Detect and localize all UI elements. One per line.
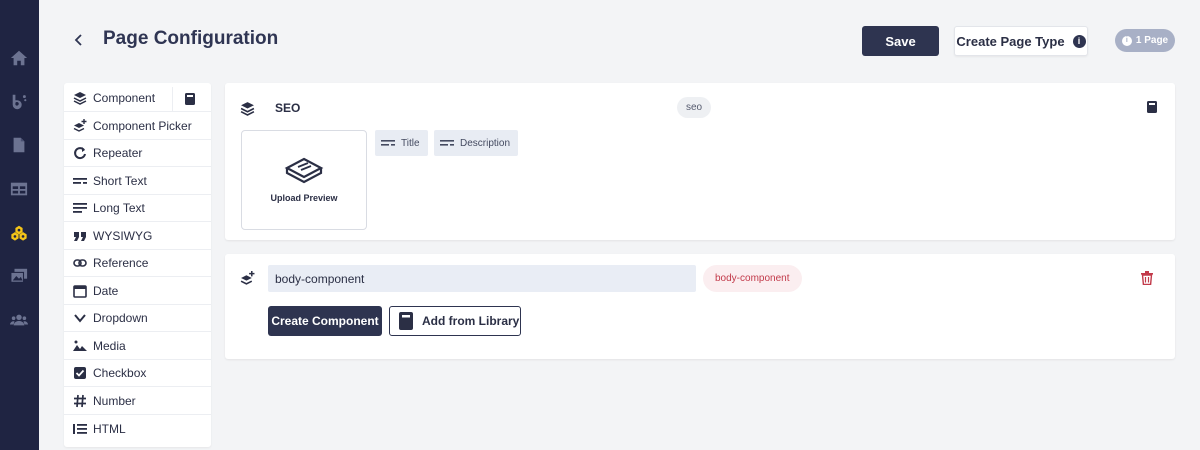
field-chip-title[interactable]: Title [375,130,428,156]
upload-preview-dropzone[interactable]: Upload Preview [241,130,367,230]
long-text-icon [72,201,88,215]
page-title: Page Configuration [103,28,279,49]
field-type-label: Component Picker [93,119,192,133]
save-button[interactable]: Save [862,26,939,56]
field-type-label: Number [93,394,136,408]
info-icon: i [1072,34,1086,48]
field-type-label: Date [93,284,119,298]
left-nav-rail [0,0,39,450]
hash-icon [72,394,88,408]
pages-count-badge: i 1 Page [1115,29,1175,52]
field-type-label: Dropdown [93,311,148,325]
info-icon: i [1121,35,1132,46]
field-type-label: Media [93,339,126,353]
component-key-badge: seo [677,97,712,118]
book-icon [399,312,413,330]
users-icon[interactable] [9,311,29,329]
checkbox-icon [72,366,88,380]
component-key-badge: body-component [703,265,802,292]
field-type-label: Long Text [93,201,145,215]
field-type-html[interactable]: HTML [64,415,211,442]
component-library-button[interactable] [172,87,206,111]
field-type-label: Repeater [93,146,143,160]
chevron-down-icon [72,311,88,325]
field-type-label: Component [93,91,156,105]
repeat-icon [72,146,88,160]
layers-plus-icon [72,119,88,133]
field-type-label: Checkbox [93,366,147,380]
field-type-reference[interactable]: Reference [64,250,211,277]
field-type-label: WYSIWYG [93,229,153,243]
home-icon[interactable] [9,49,29,67]
seo-component-card: SEO seo Upload Preview Title Description [225,83,1175,240]
trash-icon[interactable] [1141,271,1153,290]
field-type-long-text[interactable]: Long Text [64,195,211,222]
field-chip-label: Title [401,137,420,149]
field-type-wysiwyg[interactable]: WYSIWYG [64,223,211,250]
document-icon[interactable] [9,136,29,154]
short-text-icon [72,174,88,188]
add-from-library-button[interactable]: Add from Library [389,306,521,336]
upload-preview-label: Upload Preview [270,193,338,203]
list-icon [72,422,88,436]
new-component-card: body-component Create Component Add from… [225,254,1175,359]
layers-plus-icon [240,271,255,291]
image-icon [72,339,88,353]
field-type-component-picker[interactable]: Component Picker [64,113,211,140]
chevron-left-icon [74,34,82,46]
calendar-icon [72,284,88,298]
add-from-library-label: Add from Library [422,314,520,328]
back-button[interactable] [70,30,88,50]
field-type-short-text[interactable]: Short Text [64,168,211,195]
field-type-repeater[interactable]: Repeater [64,140,211,167]
blog-icon[interactable] [9,93,29,111]
layers-icon [240,101,255,121]
field-type-dropdown[interactable]: Dropdown [64,305,211,332]
book-icon[interactable] [1146,100,1158,119]
table-icon[interactable] [9,180,29,198]
field-type-checkbox[interactable]: Checkbox [64,360,211,387]
components-icon[interactable] [9,224,29,242]
create-component-button[interactable]: Create Component [268,306,382,336]
short-text-icon [381,140,395,146]
field-type-label: Reference [93,256,149,270]
field-type-date[interactable]: Date [64,278,211,305]
quote-icon [72,229,88,243]
field-type-label: Short Text [93,174,147,188]
field-type-number[interactable]: Number [64,388,211,415]
create-page-type-label: Create Page Type [956,33,1065,49]
field-type-media[interactable]: Media [64,333,211,360]
upload-tray-icon [284,157,324,184]
component-title: SEO [275,101,301,115]
field-type-list: Component Component Picker Repeater Shor… [64,83,211,447]
field-chip-description[interactable]: Description [434,130,519,156]
media-icon[interactable] [9,267,29,285]
layers-icon [72,91,88,105]
component-name-input[interactable] [268,265,696,292]
field-type-label: HTML [93,421,126,436]
short-text-icon [440,140,454,146]
pages-count-label: 1 Page [1135,35,1169,46]
link-icon [72,256,88,270]
book-icon [184,93,195,105]
create-page-type-button[interactable]: Create Page Type i [954,26,1088,56]
field-chip-label: Description [460,137,511,149]
